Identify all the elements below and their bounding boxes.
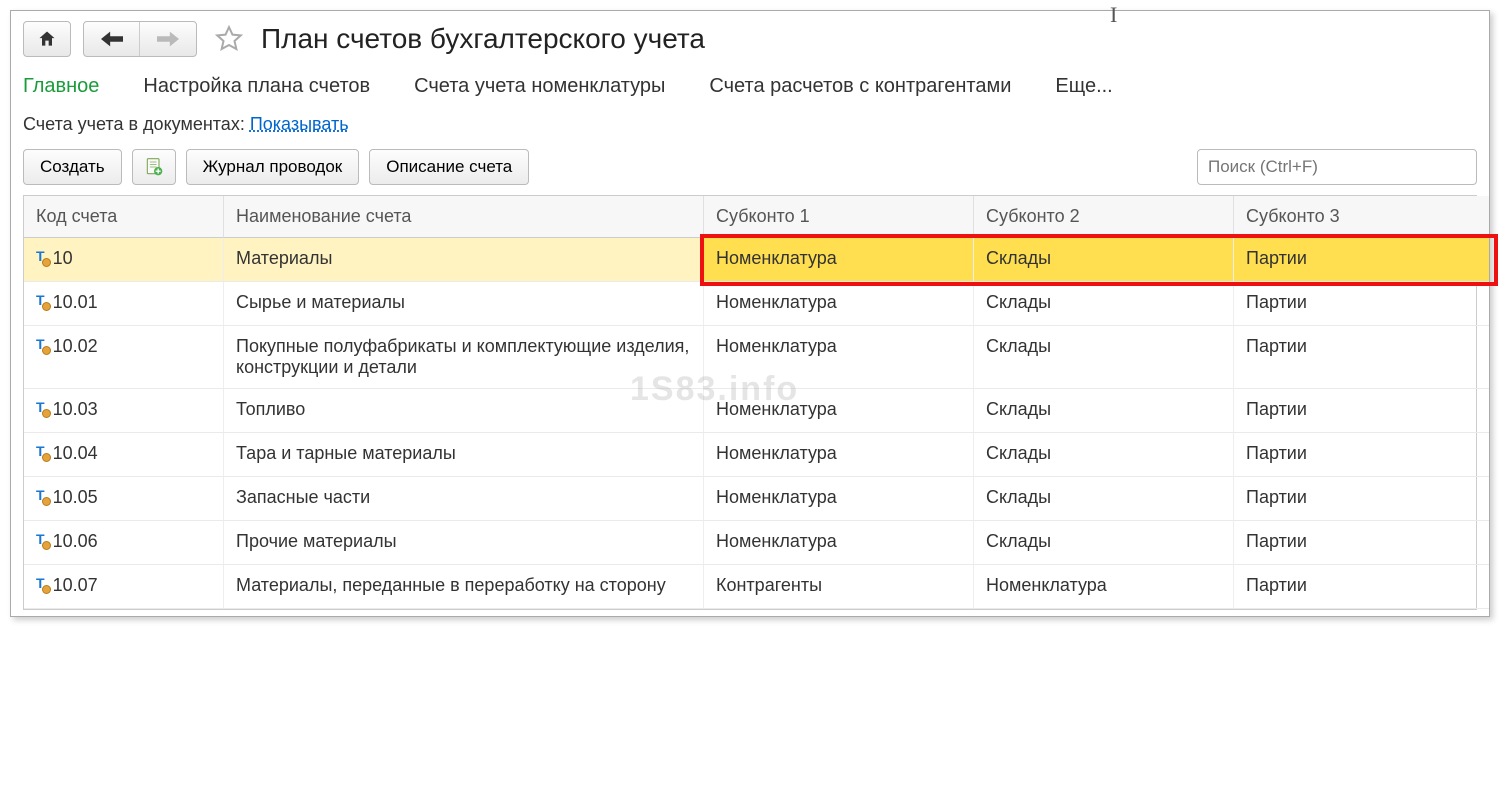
- cell-sub1: Номенклатура: [704, 282, 974, 326]
- account-type-icon: T: [36, 292, 45, 308]
- accounts-table: Код счета Наименование счета Субконто 1 …: [23, 195, 1477, 610]
- cell-sub3: Партии: [1234, 477, 1490, 521]
- account-description-button[interactable]: Описание счета: [369, 149, 529, 185]
- table-row[interactable]: T 10.04 Тара и тарные материалыНоменклатур…: [24, 433, 1476, 477]
- table-row[interactable]: T 10.02 Покупные полуфабрикаты и комплекту…: [24, 326, 1476, 389]
- cell-sub2: Склады: [974, 433, 1234, 477]
- code-value: 10.06: [53, 531, 98, 552]
- tabs: Главное Настройка плана счетов Счета уче…: [23, 75, 1477, 98]
- cell-code: T 10.05: [24, 477, 224, 521]
- cell-name: Топливо: [224, 389, 704, 433]
- cell-name: Тара и тарные материалы: [224, 433, 704, 477]
- account-type-icon: T: [36, 248, 45, 264]
- account-type-icon: T: [36, 399, 45, 415]
- cell-name: Запасные части: [224, 477, 704, 521]
- code-value: 10.07: [53, 575, 98, 596]
- cell-code: T 10.03: [24, 389, 224, 433]
- cell-code: T 10.04: [24, 433, 224, 477]
- cell-sub2: Склады: [974, 521, 1234, 565]
- cell-sub3: Партии: [1234, 565, 1490, 609]
- account-type-icon: T: [36, 487, 45, 503]
- table-row[interactable]: T 10.01 Сырье и материалыНоменклатураСклад…: [24, 282, 1476, 326]
- back-button[interactable]: [84, 22, 140, 56]
- tab-setup[interactable]: Настройка плана счетов: [143, 75, 370, 98]
- cell-name: Сырье и материалы: [224, 282, 704, 326]
- cell-sub2: Склады: [974, 238, 1234, 282]
- filter-show-link[interactable]: Показывать: [250, 114, 349, 134]
- table-header: Код счета Наименование счета Субконто 1 …: [24, 196, 1476, 238]
- forward-button[interactable]: [140, 22, 196, 56]
- account-type-icon: T: [36, 336, 45, 352]
- cell-sub1: Номенклатура: [704, 238, 974, 282]
- cell-sub2: Склады: [974, 389, 1234, 433]
- table-row[interactable]: T10.05Запасные частиНоменклатураСкладыПа…: [24, 477, 1476, 521]
- cell-code: T 10: [24, 238, 224, 282]
- cell-name: Материалы: [224, 238, 704, 282]
- table-row[interactable]: T10МатериалыНоменклатураСкладыПартии: [24, 238, 1476, 282]
- tab-settlement-accounts[interactable]: Счета расчетов с контрагентами: [709, 75, 1011, 98]
- create-button[interactable]: Создать: [23, 149, 122, 185]
- code-value: 10.02: [53, 336, 98, 357]
- cell-sub1: Номенклатура: [704, 477, 974, 521]
- create-from-template-button[interactable]: [132, 149, 176, 185]
- cell-code: T 10.06: [24, 521, 224, 565]
- table-row[interactable]: T10.03ТопливоНоменклатураСкладыПартии: [24, 389, 1476, 433]
- favorite-star-icon[interactable]: [209, 19, 249, 59]
- tab-more[interactable]: Еще...: [1055, 75, 1112, 98]
- filter-label: Счета учета в документах:: [23, 114, 250, 134]
- code-value: 10.01: [53, 292, 98, 313]
- code-value: 10.05: [53, 487, 98, 508]
- cell-sub1: Номенклатура: [704, 326, 974, 389]
- toolbar: Создать Журнал проводок Описание счета: [23, 149, 1477, 185]
- cell-sub1: Номенклатура: [704, 389, 974, 433]
- table-row[interactable]: T 10.07 Материалы, переданные в переработк…: [24, 565, 1476, 609]
- cell-sub2: Склады: [974, 326, 1234, 389]
- tab-main[interactable]: Главное: [23, 75, 99, 98]
- home-button[interactable]: [23, 21, 71, 57]
- account-type-icon: T: [36, 575, 45, 591]
- code-value: 10.03: [53, 399, 98, 420]
- account-type-icon: T: [36, 531, 45, 547]
- cell-sub1: Номенклатура: [704, 521, 974, 565]
- cell-sub2: Склады: [974, 282, 1234, 326]
- journal-button[interactable]: Журнал проводок: [186, 149, 360, 185]
- cell-code: T 10.01: [24, 282, 224, 326]
- search-input[interactable]: [1197, 149, 1477, 185]
- cell-name: Материалы, переданные в переработку на с…: [224, 565, 704, 609]
- code-value: 10.04: [53, 443, 98, 464]
- col-code[interactable]: Код счета: [24, 196, 224, 238]
- cell-sub1: Контрагенты: [704, 565, 974, 609]
- cell-name: Покупные полуфабрикаты и комплектующие и…: [224, 326, 704, 389]
- cell-sub3: Партии: [1234, 326, 1490, 389]
- tab-nomenclature-accounts[interactable]: Счета учета номенклатуры: [414, 75, 665, 98]
- main-window: План счетов бухгалтерского учета Главное…: [10, 10, 1490, 617]
- cell-sub2: Склады: [974, 477, 1234, 521]
- col-name[interactable]: Наименование счета: [224, 196, 704, 238]
- col-sub1[interactable]: Субконто 1: [704, 196, 974, 238]
- page-title: План счетов бухгалтерского учета: [261, 23, 705, 55]
- cell-sub3: Партии: [1234, 521, 1490, 565]
- cell-sub3: Партии: [1234, 238, 1490, 282]
- cell-sub3: Партии: [1234, 433, 1490, 477]
- cell-code: T 10.07: [24, 565, 224, 609]
- table-row[interactable]: T 10.06 Прочие материалыНоменклатураСклады…: [24, 521, 1476, 565]
- cell-sub3: Партии: [1234, 282, 1490, 326]
- cell-sub3: Партии: [1234, 389, 1490, 433]
- cell-sub1: Номенклатура: [704, 433, 974, 477]
- col-sub3[interactable]: Субконто 3: [1234, 196, 1490, 238]
- filter-line: Счета учета в документах: Показывать: [23, 114, 1477, 135]
- cell-name: Прочие материалы: [224, 521, 704, 565]
- account-type-icon: T: [36, 443, 45, 459]
- cell-code: T 10.02: [24, 326, 224, 389]
- titlebar: План счетов бухгалтерского учета: [23, 19, 1477, 59]
- cell-sub2: Номенклатура: [974, 565, 1234, 609]
- col-sub2[interactable]: Субконто 2: [974, 196, 1234, 238]
- code-value: 10: [53, 248, 73, 269]
- nav-buttons: [83, 21, 197, 57]
